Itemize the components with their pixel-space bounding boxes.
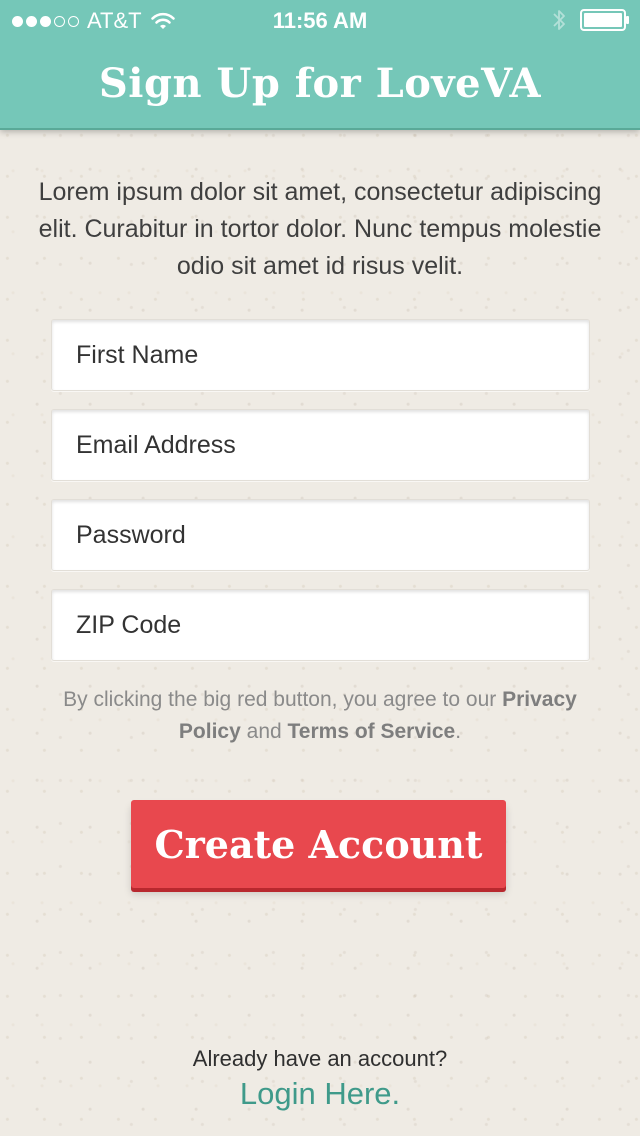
agreement-suffix: . <box>455 720 462 743</box>
agreement-conjunction: and <box>246 720 282 743</box>
create-account-button[interactable]: Create Account <box>131 800 506 888</box>
already-have-account-text: Already have an account? <box>192 1046 448 1071</box>
page-title: Sign Up for LoveVA <box>98 60 542 107</box>
status-time: 11:56 AM <box>272 8 368 33</box>
zip-field-container <box>51 589 590 661</box>
email-input[interactable] <box>52 410 589 480</box>
password-field-container <box>51 499 590 571</box>
first-name-input[interactable] <box>52 320 589 390</box>
password-input[interactable] <box>52 500 589 570</box>
first-name-field-container <box>51 319 590 391</box>
email-field-container <box>51 409 590 481</box>
zip-code-input[interactable] <box>52 590 589 660</box>
status-right <box>552 8 630 32</box>
bluetooth-icon <box>553 10 565 30</box>
login-link[interactable]: Login Here. <box>0 1076 640 1112</box>
agreement-text: By clicking the big red button, you agre… <box>60 684 580 748</box>
status-bar: AT&T 11:56 AM <box>0 0 640 40</box>
terms-of-service-link[interactable]: Terms of Service <box>288 720 456 743</box>
battery-icon <box>580 9 629 31</box>
nav-header: AT&T 11:56 AM Sign Up for LoveVA <box>0 0 640 130</box>
intro-text: Lorem ipsum dolor sit amet, consectetur … <box>38 178 602 280</box>
agreement-prefix: By clicking the big red button, you agre… <box>63 688 497 711</box>
